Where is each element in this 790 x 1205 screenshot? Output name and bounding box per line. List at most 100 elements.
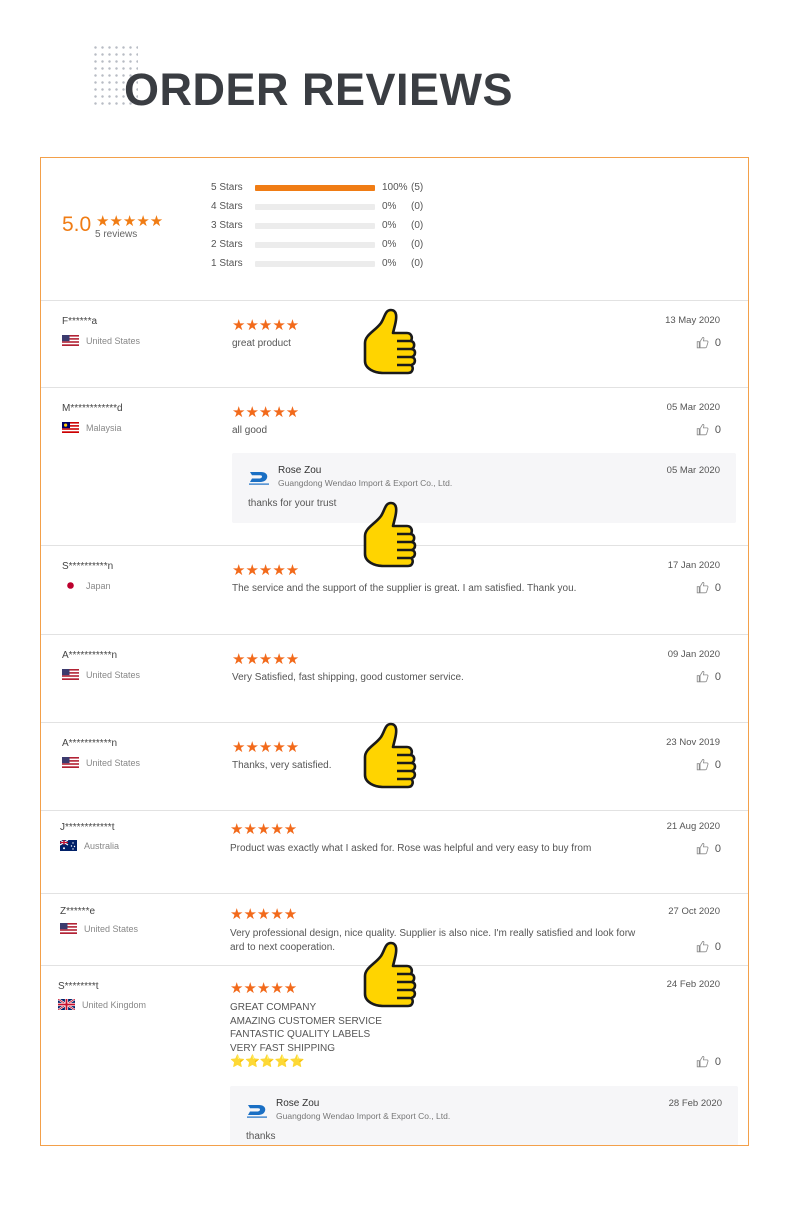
- page-title: ORDER REVIEWS: [124, 64, 514, 115]
- au-flag-icon: [60, 840, 77, 851]
- thumbs-up-icon: [363, 722, 417, 789]
- rating-percent: 0%: [382, 220, 397, 231]
- uk-flag-icon: [58, 999, 75, 1010]
- reply-date: 05 Mar 2020: [666, 465, 720, 476]
- review-stars: ★★★★★: [232, 739, 300, 756]
- like-button[interactable]: 0: [696, 423, 721, 436]
- reviewer-name: Z******e: [60, 906, 96, 917]
- review-text-line: FANTASTIC QUALITY LABELS: [230, 1029, 371, 1040]
- like-button[interactable]: 0: [696, 940, 721, 953]
- review-text: Thanks, very satisfied.: [232, 760, 332, 771]
- review-text-line: GREAT COMPANY: [230, 1002, 317, 1013]
- rating-count: (0): [411, 239, 424, 250]
- reply-company: Guangdong Wendao Import & Export Co., Lt…: [278, 478, 453, 488]
- average-score: 5.0: [62, 213, 92, 236]
- supplier-reply: Rose Zou Guangdong Wendao Import & Expor…: [230, 1086, 738, 1145]
- rating-label: 1 Stars: [211, 258, 243, 269]
- rating-bar: [255, 185, 375, 191]
- like-icon: [696, 337, 709, 349]
- rating-label: 2 Stars: [211, 239, 243, 250]
- like-button[interactable]: 0: [696, 842, 721, 855]
- reviewer-name: S**********n: [62, 561, 114, 572]
- like-count: 0: [714, 940, 721, 953]
- rating-summary: 5.0 ★★★★★ 5 reviews 5 Stars 100% (5) 4 S…: [41, 158, 748, 301]
- reviewer-name: J************t: [60, 822, 115, 833]
- review-stars: ★★★★★: [232, 317, 300, 334]
- like-count: 0: [714, 670, 721, 683]
- like-count: 0: [714, 336, 721, 349]
- supplier-reply: Rose Zou Guangdong Wendao Import & Expor…: [232, 453, 736, 523]
- country-name: United Kingdom: [82, 999, 147, 1010]
- reviewer-name: S********t: [58, 981, 99, 992]
- summary-stars: ★★★★★: [96, 213, 164, 230]
- reviewer-country: United States: [62, 757, 140, 768]
- thumbs-up-icon: [363, 501, 417, 568]
- review-text: great product: [232, 338, 291, 349]
- reviewer-name: A***********n: [62, 738, 118, 749]
- review-stars: ★★★★★: [230, 821, 298, 838]
- reviewer-country: United Kingdom: [58, 999, 146, 1010]
- like-button[interactable]: 0: [696, 336, 721, 349]
- like-count: 0: [714, 842, 721, 855]
- review-item: A***********n United States ★★★★★ Very S…: [41, 634, 748, 723]
- thumbs-up-icon: [363, 941, 417, 1008]
- rating-bar: [255, 223, 375, 229]
- us-flag-icon: [62, 335, 79, 346]
- review-text: Very Satisfied, fast shipping, good cust…: [232, 672, 464, 683]
- review-text: GREAT COMPANY AMAZING CUSTOMER SERVICE F…: [230, 1001, 655, 1069]
- rating-percent: 100%: [382, 182, 408, 193]
- like-button[interactable]: 0: [696, 1055, 721, 1068]
- country-name: United States: [86, 669, 141, 680]
- country-name: United States: [86, 757, 141, 768]
- review-date: 05 Mar 2020: [666, 402, 720, 413]
- rating-bar: [255, 204, 375, 210]
- my-flag-icon: [62, 422, 79, 433]
- like-icon: [696, 671, 709, 683]
- like-count: 0: [714, 1055, 721, 1068]
- country-name: United States: [84, 923, 139, 934]
- reply-author: Rose Zou: [276, 1098, 320, 1109]
- review-date: 21 Aug 2020: [666, 821, 720, 832]
- supplier-logo-icon: [249, 472, 269, 485]
- like-count: 0: [714, 758, 721, 771]
- review-stars: ★★★★★: [232, 562, 300, 579]
- reviewer-country: Australia: [60, 840, 119, 851]
- us-flag-icon: [60, 923, 77, 934]
- review-text: The service and the support of the suppl…: [232, 583, 577, 594]
- review-stars: ★★★★★: [232, 651, 300, 668]
- supplier-logo-icon: [247, 1105, 267, 1118]
- like-button[interactable]: 0: [696, 670, 721, 683]
- review-text-line: VERY FAST SHIPPING: [230, 1042, 336, 1054]
- rating-label: 3 Stars: [211, 220, 243, 231]
- like-button[interactable]: 0: [696, 758, 721, 771]
- us-flag-icon: [62, 757, 79, 768]
- rating-percent: 0%: [382, 258, 397, 269]
- reviewer-name: F******a: [62, 316, 98, 327]
- review-stars: ★★★★★: [230, 980, 298, 997]
- reply-text: thanks: [246, 1131, 276, 1142]
- review-date: 13 May 2020: [665, 315, 720, 326]
- review-stars: ★★★★★: [232, 404, 300, 421]
- country-name: Australia: [84, 840, 120, 851]
- like-icon: [696, 1056, 709, 1068]
- reply-company: Guangdong Wendao Import & Export Co., Lt…: [276, 1111, 451, 1121]
- review-date: 27 Oct 2020: [668, 906, 720, 917]
- like-button[interactable]: 0: [696, 581, 721, 594]
- reply-text: thanks for your trust: [248, 498, 337, 509]
- rating-count: (0): [411, 220, 424, 231]
- reviews-panel: 5.0 ★★★★★ 5 reviews 5 Stars 100% (5) 4 S…: [40, 157, 749, 1146]
- reviewer-country: Malaysia: [62, 422, 122, 433]
- like-icon: [696, 582, 709, 594]
- rating-count: (5): [411, 182, 424, 193]
- review-date: 23 Nov 2019: [666, 737, 720, 748]
- review-text-line: ⭐⭐⭐⭐⭐: [230, 1054, 305, 1068]
- rating-count: (0): [411, 258, 424, 269]
- reviewer-country: United States: [62, 335, 140, 346]
- reply-date: 28 Feb 2020: [668, 1098, 722, 1109]
- like-icon: [696, 843, 709, 855]
- reviewer-name: A***********n: [62, 650, 118, 661]
- review-stars: ★★★★★: [230, 906, 298, 923]
- review-text: all good: [232, 425, 268, 436]
- like-count: 0: [714, 423, 721, 436]
- reviewer-name: M************d: [62, 403, 123, 414]
